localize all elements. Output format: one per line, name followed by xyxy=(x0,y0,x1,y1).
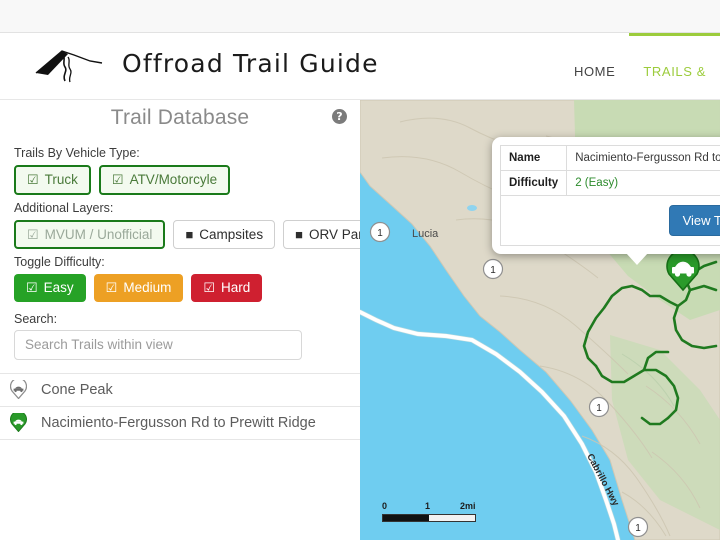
table-row: Difficulty 2 (Easy) xyxy=(501,171,720,196)
list-item[interactable]: Cone Peak xyxy=(0,374,360,407)
filter-atv-motorcycle-label: ATV/Motorcyle xyxy=(130,173,218,187)
popup-action-cell: View Trail Profile xyxy=(501,196,720,246)
layer-orv-parks-label: ORV Parks xyxy=(309,228,360,242)
difficulty-easy-button[interactable]: ☑ Easy xyxy=(14,274,86,302)
trail-info-table: Name Nacimiento-Fergusson Rd to Prewitt … xyxy=(500,145,720,246)
trail-database-sidebar: Trail Database ? Trails By Vehicle Type:… xyxy=(0,100,360,540)
checkbox-checked-icon: ☑ xyxy=(27,228,39,241)
highway-shield: 1 xyxy=(484,260,503,279)
list-item[interactable]: Nacimiento-Fergusson Rd to Prewitt Ridge xyxy=(0,407,360,440)
mountain-logo-icon xyxy=(32,41,110,85)
nav-item-home[interactable]: HOME xyxy=(560,33,629,100)
highway-shield: 1 xyxy=(590,398,609,417)
layer-campsites-label: Campsites xyxy=(199,228,263,242)
highway-shield: 1 xyxy=(629,518,648,537)
table-row: Name Nacimiento-Fergusson Rd to Prewitt … xyxy=(501,146,720,171)
search-label: Search: xyxy=(14,312,360,326)
map-scale-bar: 0 1 2mi xyxy=(382,501,476,522)
popup-name-key: Name xyxy=(501,146,567,171)
difficulty-medium-button[interactable]: ☑ Medium xyxy=(94,274,184,302)
main-nav: HOME TRAILS & xyxy=(560,33,720,100)
checkbox-unchecked-icon: ■ xyxy=(295,228,303,241)
list-item-label: Nacimiento-Fergusson Rd to Prewitt Ridge xyxy=(41,415,316,431)
checkbox-unchecked-icon: ■ xyxy=(185,228,193,241)
map-place-label-lucia: Lucia xyxy=(412,228,438,240)
difficulty-hard-label: Hard xyxy=(221,281,250,295)
svg-text:1: 1 xyxy=(377,228,383,239)
svg-text:1: 1 xyxy=(490,265,496,276)
layer-mvum-button[interactable]: ☑ MVUM / Unofficial xyxy=(14,220,165,250)
filter-truck-button[interactable]: ☑ Truck xyxy=(14,165,91,195)
trail-map[interactable]: 1 1 1 1 Lucia Cab xyxy=(360,100,720,540)
checkbox-checked-icon: ☑ xyxy=(112,173,124,186)
brand-logo[interactable]: Offroad Trail Guide xyxy=(32,41,379,85)
help-icon[interactable]: ? xyxy=(332,109,347,124)
checkbox-checked-icon: ☑ xyxy=(203,281,215,294)
search-input[interactable] xyxy=(14,330,302,360)
difficulty-hard-button[interactable]: ☑ Hard xyxy=(191,274,262,302)
layer-orv-parks-button[interactable]: ■ ORV Parks xyxy=(283,220,360,250)
table-row: View Trail Profile xyxy=(501,196,720,246)
additional-layers-label: Additional Layers: xyxy=(14,201,360,215)
svg-text:1: 1 xyxy=(596,403,602,414)
brand-text: Offroad Trail Guide xyxy=(122,49,379,78)
svg-text:1: 1 xyxy=(635,523,641,534)
layer-campsites-button[interactable]: ■ Campsites xyxy=(173,220,275,250)
scale-segment-empty xyxy=(429,515,475,521)
popup-tail xyxy=(626,253,648,265)
trail-info-popup: Name Nacimiento-Fergusson Rd to Prewitt … xyxy=(492,137,720,254)
site-header: Offroad Trail Guide HOME TRAILS & xyxy=(0,33,720,100)
highway-shield: 1 xyxy=(371,223,390,242)
scale-label-end: 2mi xyxy=(460,501,476,511)
vehicle-type-filter-group: ☑ Truck ☑ ATV/Motorcyle xyxy=(14,165,360,195)
list-item-label: Cone Peak xyxy=(41,382,113,398)
view-trail-profile-button[interactable]: View Trail Profile xyxy=(669,205,720,236)
difficulty-easy-label: Easy xyxy=(44,281,74,295)
trail-results-list: Cone Peak Nacimiento-Fergusson Rd to Pre… xyxy=(0,373,360,440)
popup-difficulty-value: 2 (Easy) xyxy=(567,171,720,196)
scale-label-mid: 1 xyxy=(425,501,430,511)
nav-item-trails[interactable]: TRAILS & xyxy=(629,33,720,100)
checkbox-checked-icon: ☑ xyxy=(27,173,39,186)
additional-layers-group: ☑ MVUM / Unofficial ■ Campsites ■ ORV Pa… xyxy=(14,220,360,250)
vehicle-type-label: Trails By Vehicle Type: xyxy=(14,146,360,160)
difficulty-medium-label: Medium xyxy=(123,281,171,295)
checkbox-checked-icon: ☑ xyxy=(106,281,118,294)
difficulty-filter-group: ☑ Easy ☑ Medium ☑ Hard xyxy=(14,274,360,302)
gray-jeep-pin-icon xyxy=(10,380,27,399)
layer-mvum-label: MVUM / Unofficial xyxy=(45,228,153,242)
green-jeep-pin-icon xyxy=(10,413,27,432)
scale-segment-filled xyxy=(383,515,429,521)
panel-header: Trail Database ? xyxy=(0,100,360,140)
difficulty-label: Toggle Difficulty: xyxy=(14,255,360,269)
top-utility-bar xyxy=(0,0,720,33)
filter-atv-motorcycle-button[interactable]: ☑ ATV/Motorcyle xyxy=(99,165,230,195)
checkbox-checked-icon: ☑ xyxy=(26,281,38,294)
filter-truck-label: Truck xyxy=(45,173,78,187)
popup-name-value: Nacimiento-Fergusson Rd to Prewitt Ridge xyxy=(567,146,720,171)
scale-label-start: 0 xyxy=(382,501,387,511)
page-title: Trail Database xyxy=(0,106,360,130)
popup-difficulty-key: Difficulty xyxy=(501,171,567,196)
